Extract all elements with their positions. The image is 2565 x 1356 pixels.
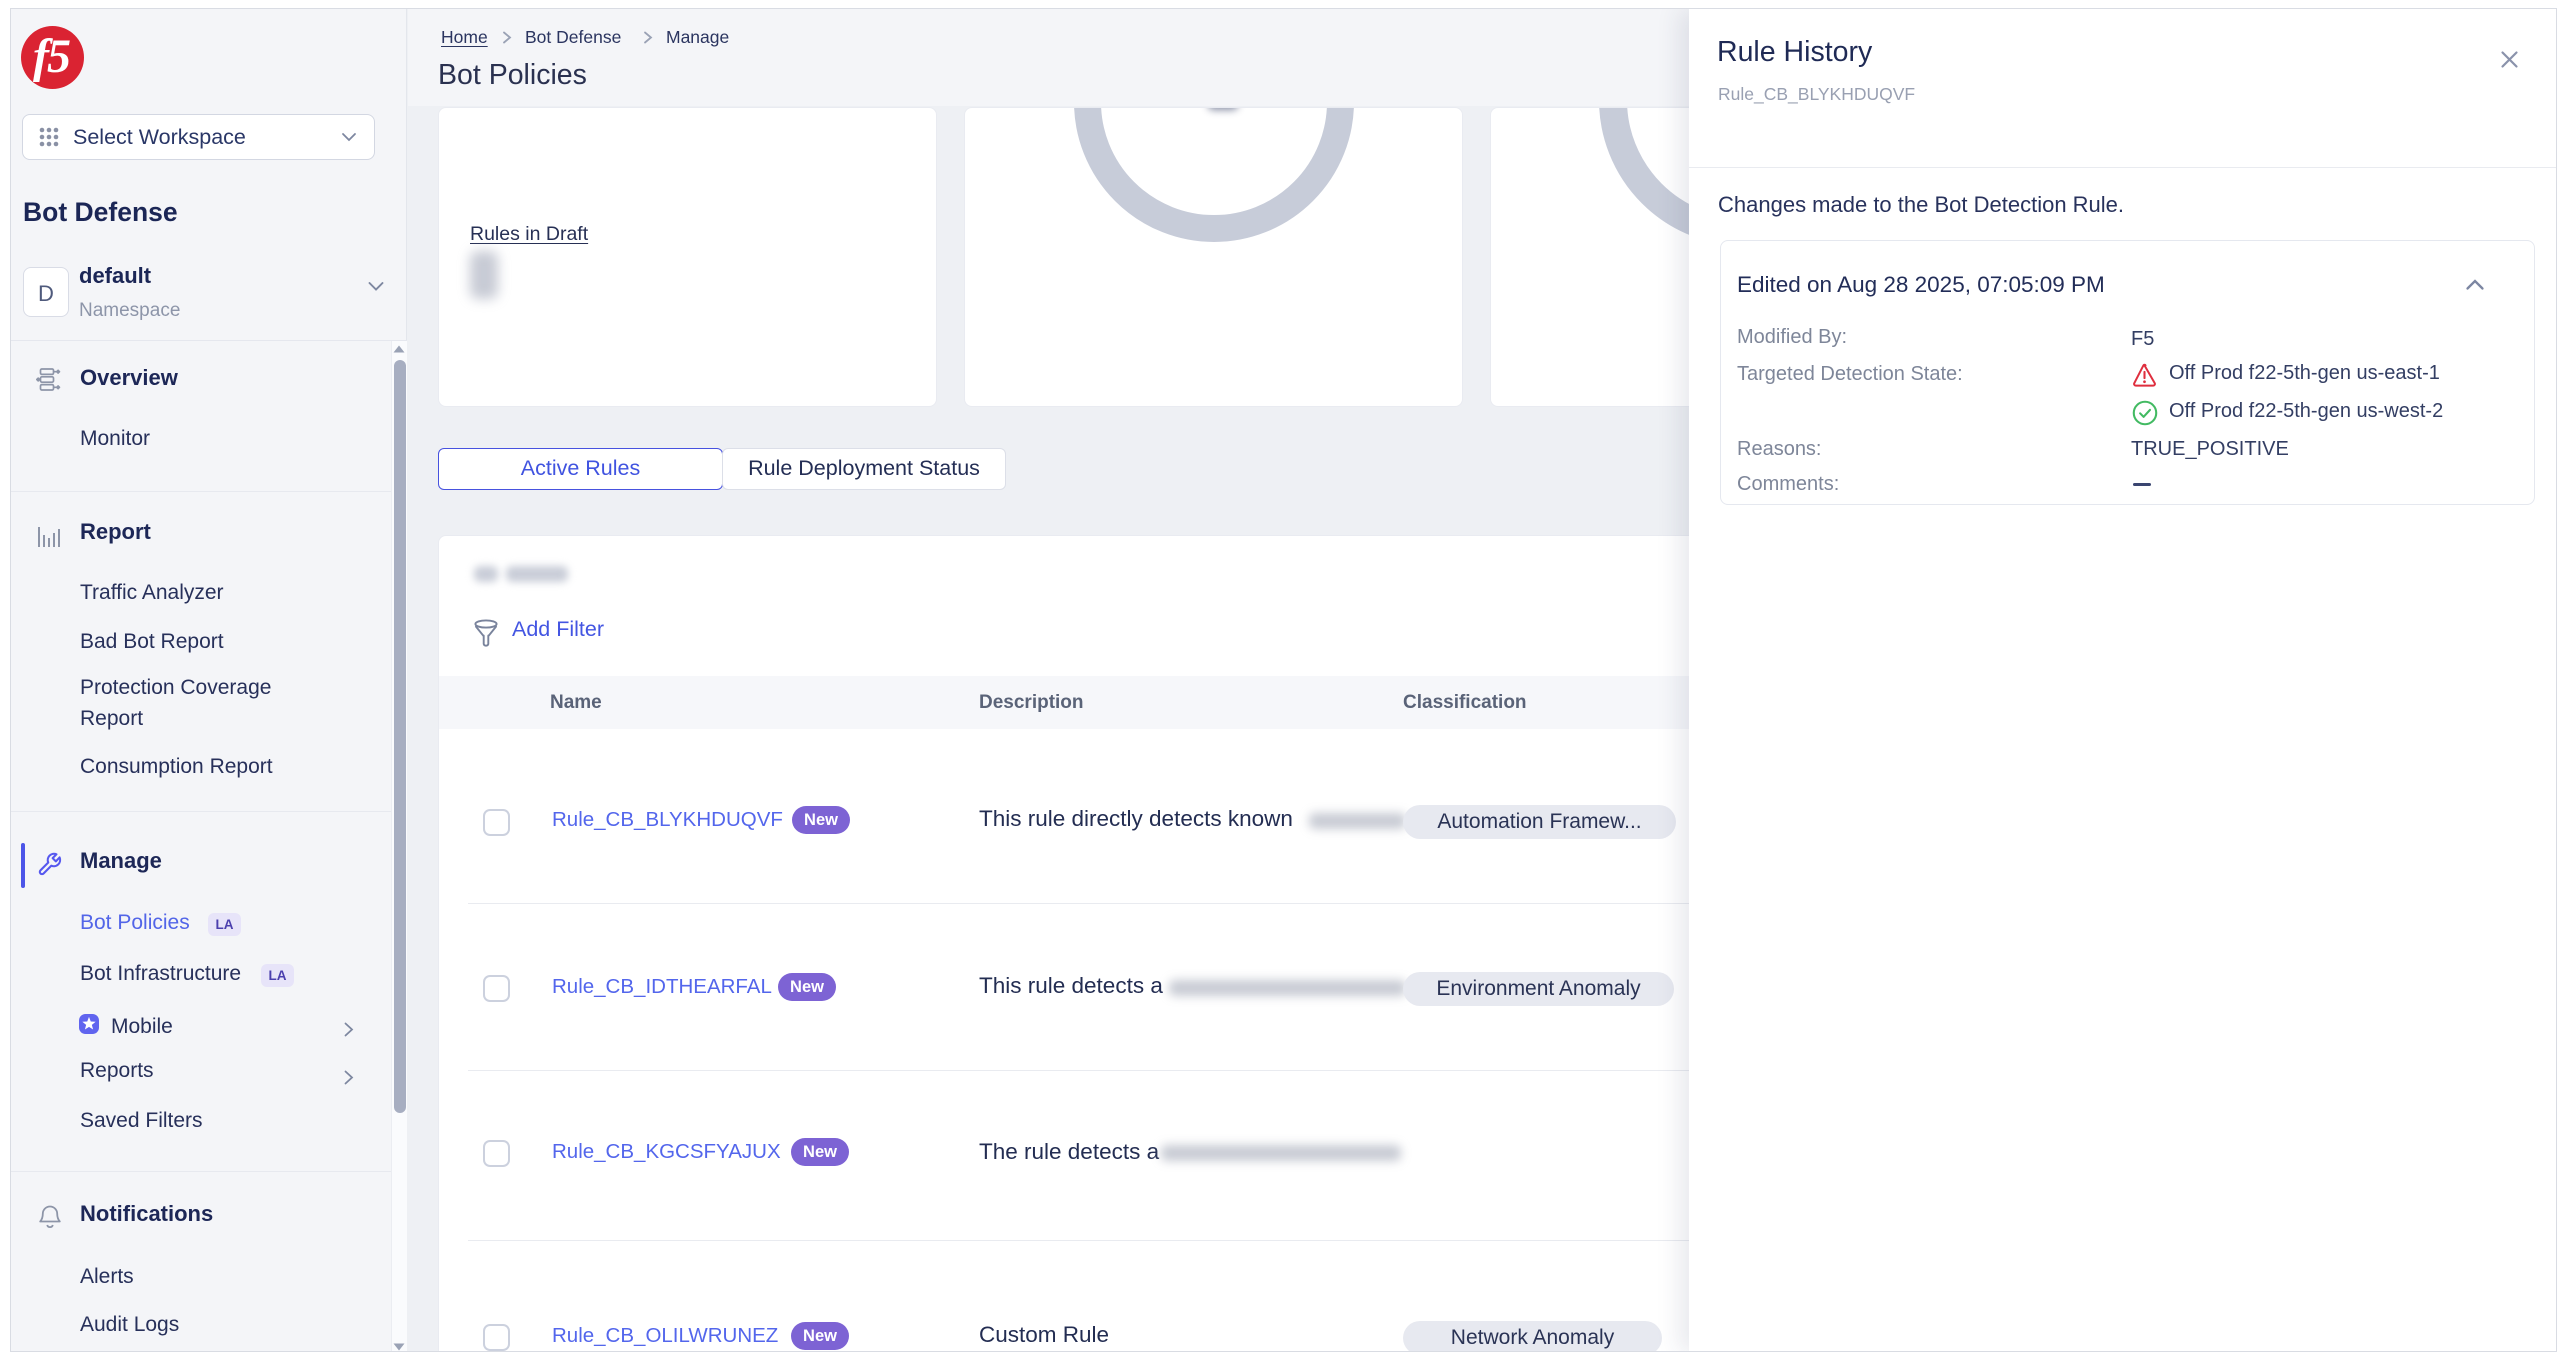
- svg-text:f5: f5: [33, 30, 70, 83]
